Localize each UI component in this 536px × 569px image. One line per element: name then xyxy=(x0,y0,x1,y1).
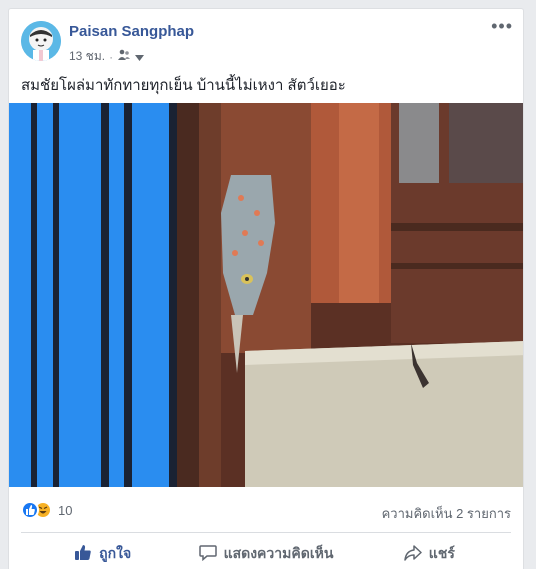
like-button[interactable]: ถูกใจ xyxy=(21,539,184,569)
post-card: Paisan Sangphap 13 ชม. · ••• สมชัยโผล่มา… xyxy=(8,8,524,569)
author-avatar[interactable] xyxy=(21,21,61,61)
comment-count-link[interactable]: ความคิดเห็น 2 รายการ xyxy=(382,503,511,524)
post-timestamp[interactable]: 13 ชม. xyxy=(69,47,105,66)
meta-separator: · xyxy=(109,49,114,64)
share-arrow-icon xyxy=(404,544,422,564)
author-name[interactable]: Paisan Sangphap xyxy=(69,23,194,40)
comment-button-label: แสดงความคิดเห็น xyxy=(223,545,334,561)
comment-button[interactable]: แสดงความคิดเห็น xyxy=(184,539,347,569)
actions-divider xyxy=(21,532,511,533)
post-text: สมชัยโผล่มาทักทายทุกเย็น บ้านนี้ไม่เหงา … xyxy=(21,77,346,94)
thumbs-up-icon xyxy=(74,544,92,564)
chevron-down-icon[interactable] xyxy=(135,50,145,64)
more-options-icon[interactable]: ••• xyxy=(491,17,513,35)
reaction-count: 10 xyxy=(58,502,73,518)
post-meta: 13 ชม. · xyxy=(69,47,145,66)
like-button-label: ถูกใจ xyxy=(99,545,132,561)
reaction-summary[interactable]: 10 xyxy=(21,501,72,519)
action-bar: ถูกใจ แสดงความคิดเห็น แชร์ xyxy=(21,539,511,569)
audience-friends-icon[interactable] xyxy=(117,49,131,64)
comment-bubble-icon xyxy=(198,544,217,564)
post-photo[interactable] xyxy=(9,103,524,487)
share-button-label: แชร์ xyxy=(428,545,455,561)
like-reaction-icon xyxy=(21,501,39,519)
share-button[interactable]: แชร์ xyxy=(348,539,511,569)
